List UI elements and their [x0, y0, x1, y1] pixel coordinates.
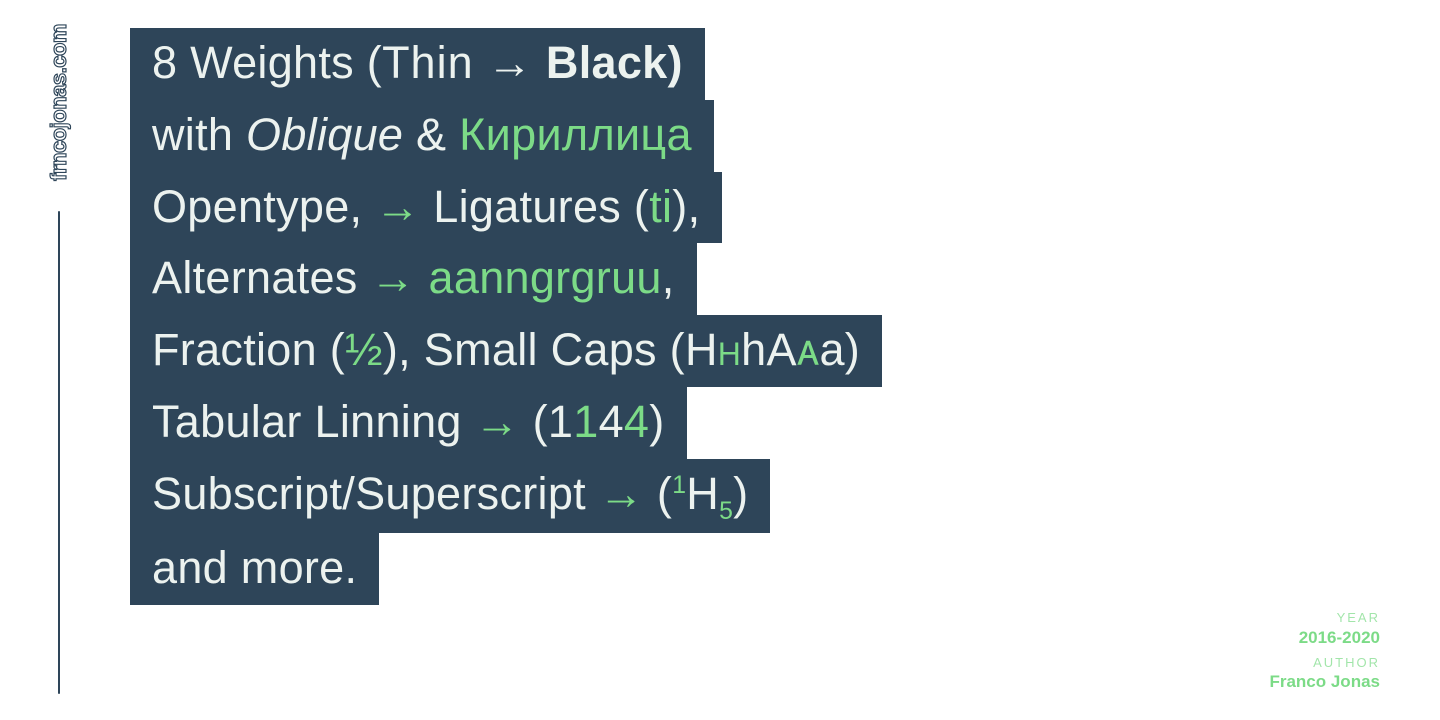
text-fraction-sample: ½	[345, 324, 383, 375]
arrow-icon: →	[487, 28, 533, 98]
spacer	[416, 252, 429, 303]
specimen-line-1: 8 Weights (Thin → Black)	[130, 28, 705, 100]
text-alternates-sample: aanngrgruu	[429, 252, 662, 303]
text-ligatures: Ligatures (	[420, 181, 649, 232]
sidebar-rule	[58, 211, 60, 694]
sidebar: frncojonas.com	[44, 24, 74, 694]
meta-block: YEAR 2016-2020 AUTHOR Franco Jonas	[1269, 609, 1380, 698]
text-subscript-5: 5	[719, 498, 733, 525]
text-weights: 8 Weights (	[152, 37, 382, 88]
text-paren: ),	[672, 181, 700, 232]
text-cyrillic: Кириллица	[459, 109, 692, 160]
text-close: )	[733, 468, 748, 519]
text-superscript-1: 1	[672, 472, 686, 499]
site-link[interactable]: frncojonas.com	[46, 24, 72, 181]
text-tabular-4: 4	[624, 396, 649, 447]
arrow-icon: →	[475, 387, 520, 457]
specimen-line-8: and more.	[130, 533, 379, 605]
year-value: 2016-2020	[1269, 627, 1380, 650]
arrow-icon: →	[370, 243, 415, 313]
text-amp: &	[403, 109, 459, 160]
arrow-icon: →	[599, 459, 644, 529]
text-comma: ,	[662, 252, 675, 303]
specimen-line-4: Alternates → aanngrgruu,	[130, 243, 697, 315]
text-fraction: Fraction (	[152, 324, 345, 375]
text-smallcap-h: н	[718, 324, 741, 375]
text-4: 4	[599, 396, 624, 447]
specimen-block: 8 Weights (Thin → Black) with Oblique & …	[130, 28, 882, 605]
specimen-line-6: Tabular Linning → (1144)	[130, 387, 687, 459]
author-label: AUTHOR	[1269, 654, 1380, 672]
text-black: Black)	[533, 37, 683, 88]
page: frncojonas.com 8 Weights (Thin → Black) …	[0, 0, 1440, 720]
arrow-icon: →	[375, 172, 420, 242]
specimen-line-7: Subscript/Superscript → (1H5)	[130, 459, 770, 533]
author-value: Franco Jonas	[1269, 671, 1380, 694]
text-close: )	[649, 396, 664, 447]
text-h-a: hA	[741, 324, 797, 375]
text-thin: Thin	[382, 37, 487, 88]
text-subsup: Subscript/Superscript	[152, 468, 599, 519]
text-alternates: Alternates	[152, 252, 370, 303]
text-and-more: and more.	[152, 542, 357, 593]
text-opentype: Opentype,	[152, 181, 375, 232]
text-open: (1	[520, 396, 573, 447]
text-smallcaps: ), Small Caps (H	[383, 324, 718, 375]
specimen-line-5: Fraction (½), Small Caps (HнhAᴀa)	[130, 315, 882, 387]
text-with: with	[152, 109, 246, 160]
specimen-line-3: Opentype, → Ligatures (ti),	[130, 172, 722, 244]
year-label: YEAR	[1269, 609, 1380, 627]
text-tabular-1: 1	[573, 396, 598, 447]
text-H: H	[686, 468, 719, 519]
text-tabular: Tabular Linning	[152, 396, 475, 447]
text-smallcap-a: ᴀ	[797, 324, 820, 375]
text-open: (	[644, 468, 672, 519]
text-oblique: Oblique	[246, 109, 403, 160]
specimen-line-2: with Oblique & Кириллица	[130, 100, 714, 172]
text-a-close: a)	[819, 324, 860, 375]
text-ligature-sample: ti	[649, 181, 672, 232]
